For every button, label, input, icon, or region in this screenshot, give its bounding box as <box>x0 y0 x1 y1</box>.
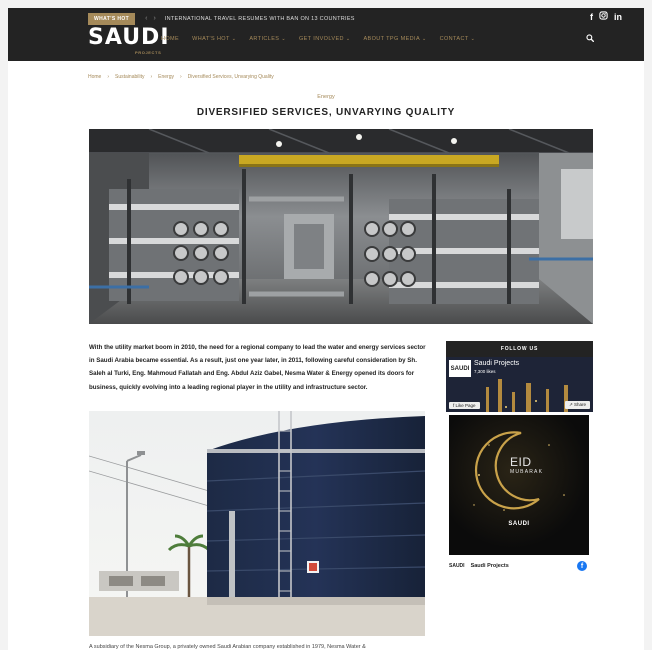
chevron-down-icon: ⌄ <box>422 36 427 42</box>
nav-item-contact[interactable]: CONTACT ⌄ <box>440 36 476 42</box>
breadcrumb-separator-icon: › <box>107 74 110 80</box>
nav-label: HOME <box>161 36 180 42</box>
site-header: WHAT'S HOT ‹ › INTERNATIONAL TRAVEL RESU… <box>8 8 644 61</box>
social-links: f in <box>590 11 622 22</box>
nav-item-home[interactable]: HOME <box>161 36 179 42</box>
search-icon[interactable] <box>586 34 594 44</box>
hero-image <box>89 129 593 324</box>
share-icon: ↗ <box>568 402 573 407</box>
facebook-like-page-button[interactable]: f Like Page <box>449 402 480 409</box>
linkedin-icon[interactable]: in <box>614 12 622 22</box>
facebook-profile-picture[interactable]: SAUDI <box>449 360 471 377</box>
ticker-headline[interactable]: INTERNATIONAL TRAVEL RESUMES WITH BAN ON… <box>165 16 355 22</box>
nav-label: GET INVOLVED <box>298 36 344 42</box>
nav-item-get-involved[interactable]: GET INVOLVED ⌄ <box>299 36 351 42</box>
facebook-post-footer[interactable]: SAUDI Saudi Projects f <box>446 558 593 574</box>
chevron-down-icon: ⌄ <box>345 36 351 42</box>
eid-brand: SAUDI <box>508 521 530 527</box>
eid-mubarak-banner[interactable]: EID MUBARAK SAUDI <box>449 415 589 555</box>
breadcrumb-home[interactable]: Home <box>88 74 101 80</box>
breadcrumb-energy[interactable]: Energy <box>158 74 174 80</box>
breadcrumb-separator-icon: › <box>180 74 182 80</box>
breadcrumb: Home › Sustainability › Energy › Diversi… <box>88 74 274 80</box>
article-lead-paragraph: With the utility market boom in 2010, th… <box>89 344 426 391</box>
facebook-likes-count: 7,300 likes <box>474 369 496 374</box>
ticker-next-icon[interactable]: › <box>153 15 155 22</box>
main-nav: HOME WHAT'S HOT ⌄ ARTICLES ⌄ GET INVOLVED ⌄… <box>161 36 475 42</box>
facebook-icon: f <box>453 403 455 408</box>
nav-item-about[interactable]: ABOUT TPG MEDIA ⌄ <box>363 36 426 42</box>
nav-label: ABOUT TPG MEDIA <box>363 36 421 42</box>
ticker-prev-icon[interactable]: ‹ <box>145 15 147 22</box>
footer-page-logo: SAUDI <box>449 563 465 569</box>
footer-page-name[interactable]: Saudi Projects <box>471 563 509 569</box>
breadcrumb-separator-icon: › <box>150 74 153 80</box>
chevron-down-icon: ⌄ <box>231 36 237 42</box>
article-image-tank <box>89 411 425 636</box>
nav-item-articles[interactable]: ARTICLES ⌄ <box>249 36 286 42</box>
facebook-icon[interactable]: f <box>590 12 593 22</box>
page-title: DIVERSIFIED SERVICES, UNVARYING QUALITY <box>196 107 456 118</box>
site-logo[interactable]: SAUDI <box>88 26 170 50</box>
whats-hot-badge: WHAT'S HOT <box>88 12 136 25</box>
ticker-arrows: ‹ › <box>145 15 156 22</box>
nav-label: WHAT'S HOT <box>192 36 230 42</box>
facebook-page-name[interactable]: Saudi Projects <box>474 360 519 367</box>
breadcrumb-current: Diversified Services, Unvarying Quality <box>187 74 274 80</box>
facebook-share-button[interactable]: ↗ Share <box>564 401 590 409</box>
like-page-label: Like Page <box>455 403 476 408</box>
page: WHAT'S HOT ‹ › INTERNATIONAL TRAVEL RESU… <box>8 8 644 650</box>
facebook-icon[interactable]: f <box>577 561 587 571</box>
share-label: Share <box>573 402 586 407</box>
nav-item-whats-hot[interactable]: WHAT'S HOT ⌄ <box>192 36 236 42</box>
follow-us-widget: FOLLOW US SAUDI Saudi Projects 7,300 lik… <box>446 341 593 574</box>
follow-us-heading: FOLLOW US <box>446 341 593 357</box>
chevron-down-icon: ⌄ <box>281 36 286 42</box>
instagram-icon[interactable] <box>599 11 608 22</box>
site-logo-subtitle: PROJECTS <box>135 50 162 55</box>
top-bar: WHAT'S HOT ‹ › INTERNATIONAL TRAVEL RESU… <box>88 12 355 25</box>
facebook-page-card[interactable]: SAUDI Saudi Projects 7,300 likes f Like … <box>446 357 593 412</box>
breadcrumb-sustainability[interactable]: Sustainability <box>115 74 144 80</box>
nav-label: CONTACT <box>439 36 469 42</box>
eid-subtitle: MUBARAK <box>510 469 544 475</box>
article-paragraph: A subsidiary of the Nesma Group, a priva… <box>89 644 366 650</box>
eid-title: EID <box>510 455 532 469</box>
article-category[interactable]: Energy <box>8 94 644 100</box>
nav-label: ARTICLES <box>249 36 280 42</box>
chevron-down-icon: ⌄ <box>470 36 476 42</box>
